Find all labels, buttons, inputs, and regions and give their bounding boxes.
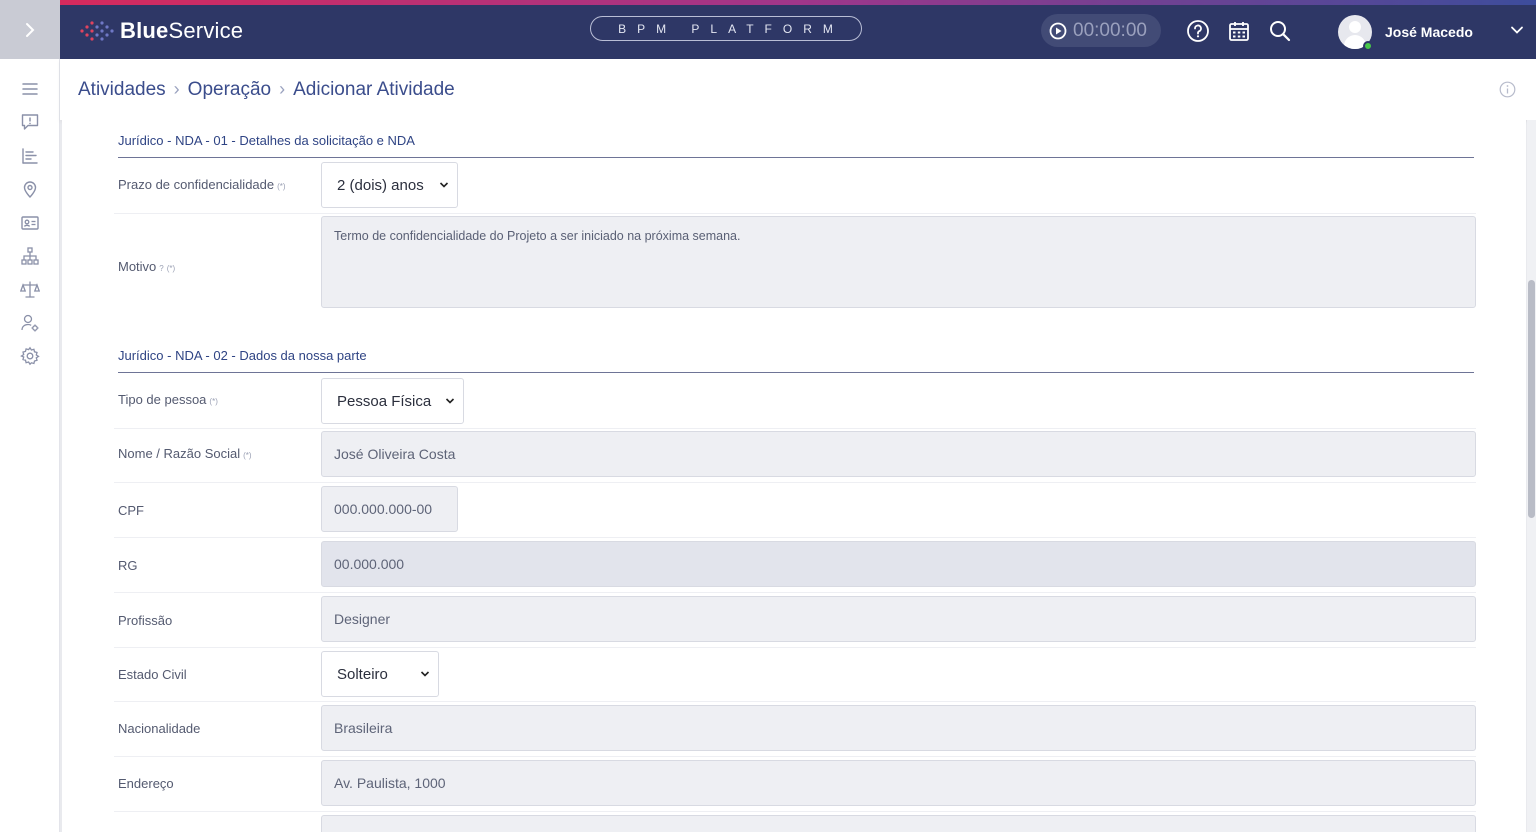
section-title-nda-01: Jurídico - NDA - 01 - Detalhes da solici… xyxy=(118,133,1474,158)
location-pin-icon[interactable] xyxy=(19,178,41,200)
field-label-rg: RG xyxy=(118,558,138,573)
help-circle-icon xyxy=(1187,20,1209,42)
prazo-confidencialidade-select[interactable]: 2 (dois) anos xyxy=(321,162,458,208)
form-row-tipo-pessoa: Tipo de pessoa (*) Pessoa Física xyxy=(114,375,1476,429)
form-row-endereco: Endereço Av. Paulista, 1000 xyxy=(114,757,1476,812)
form-row-nacionalidade: Nacionalidade Brasileira xyxy=(114,702,1476,757)
nome-razao-social-input[interactable]: José Oliveira Costa xyxy=(321,431,1476,477)
org-chart-icon[interactable] xyxy=(19,245,41,267)
search-icon xyxy=(1270,21,1291,42)
breadcrumb-separator: › xyxy=(279,79,286,99)
section-title-nda-02: Jurídico - NDA - 02 - Dados da nossa par… xyxy=(118,348,1474,373)
breadcrumb: Atividades › Operação › Adicionar Ativid… xyxy=(60,59,1536,120)
logo-dots-icon xyxy=(80,21,114,41)
form-row-estado-civil: Estado Civil Solteiro xyxy=(114,648,1476,702)
breadcrumb-operacao[interactable]: Operação xyxy=(188,79,271,101)
field-label-nome: Nome / Razão Social (*) xyxy=(118,446,252,461)
chevron-down-icon xyxy=(439,182,449,188)
form-row-cpf: CPF 000.000.000-00 xyxy=(114,483,1476,538)
profissao-input[interactable]: Designer xyxy=(321,596,1476,642)
online-status-dot xyxy=(1363,41,1373,51)
calendar-button[interactable] xyxy=(1226,18,1252,44)
estado-civil-select[interactable]: Solteiro xyxy=(321,651,439,697)
breadcrumb-separator: › xyxy=(173,79,180,99)
list-chart-icon[interactable] xyxy=(19,145,41,167)
search-button[interactable] xyxy=(1267,18,1293,44)
form-row-rg: RG 00.000.000 xyxy=(114,538,1476,593)
chevron-down-icon xyxy=(445,398,455,404)
help-button[interactable] xyxy=(1185,18,1211,44)
field-label-endereco: Endereço xyxy=(118,776,174,791)
scrollbar-thumb[interactable] xyxy=(1528,280,1535,518)
field-label-estado-civil: Estado Civil xyxy=(118,667,187,682)
form-row-motivo: Motivo? (*) Termo de confidencialidade do… xyxy=(114,214,1476,314)
form-row-next xyxy=(114,812,1476,832)
chevron-right-icon xyxy=(26,22,35,37)
brand-name: BlueService xyxy=(120,18,244,43)
platform-label: BPM PLATFORM xyxy=(590,16,862,41)
gear-icon[interactable] xyxy=(19,345,41,367)
form-row-prazo: Prazo de confidencialidade (*) 2 (dois) a… xyxy=(114,160,1476,214)
chevron-down-icon[interactable] xyxy=(1510,23,1524,37)
message-alert-icon[interactable] xyxy=(19,111,41,133)
form-panel: Jurídico - NDA - 01 - Detalhes da solici… xyxy=(62,120,1526,832)
activity-timer[interactable]: 00:00:00 xyxy=(1041,14,1161,47)
field-label-nacionalidade: Nacionalidade xyxy=(118,721,201,736)
nacionalidade-input[interactable]: Brasileira xyxy=(321,705,1476,751)
field-label-prazo: Prazo de confidencialidade (*) xyxy=(118,177,286,192)
form-row-profissao: Profissão Designer xyxy=(114,593,1476,648)
endereco-input[interactable]: Av. Paulista, 1000 xyxy=(321,760,1476,806)
user-menu[interactable]: José Macedo xyxy=(1338,15,1473,49)
breadcrumb-adicionar-atividade: Adicionar Atividade xyxy=(293,78,455,100)
sidebar xyxy=(0,59,60,832)
calendar-icon xyxy=(1229,22,1249,41)
brand-logo[interactable]: BlueService xyxy=(78,16,243,46)
form-row-nome: Nome / Razão Social (*) José Oliveira Cos… xyxy=(114,429,1476,483)
motivo-textarea[interactable]: Termo de confidencialidade do Projeto a … xyxy=(321,216,1476,308)
rg-input[interactable]: 00.000.000 xyxy=(321,541,1476,587)
field-label-profissao: Profissão xyxy=(118,613,173,628)
sidebar-toggle-button[interactable] xyxy=(0,0,60,59)
top-accent-stripe xyxy=(60,0,1536,5)
tipo-pessoa-select[interactable]: Pessoa Física xyxy=(321,378,464,424)
user-name: José Macedo xyxy=(1385,24,1473,40)
scrollbar[interactable] xyxy=(1527,120,1536,832)
scale-icon[interactable] xyxy=(19,279,41,301)
info-icon[interactable] xyxy=(1499,81,1516,98)
breadcrumb-atividades[interactable]: Atividades xyxy=(78,79,166,101)
play-circle-icon xyxy=(1049,22,1067,39)
cpf-input[interactable]: 000.000.000-00 xyxy=(321,486,458,532)
id-card-icon[interactable] xyxy=(19,212,41,234)
field-label-motivo: Motivo? (*) xyxy=(118,259,176,274)
next-input-partial[interactable] xyxy=(321,815,1476,832)
field-label-tipo-pessoa: Tipo de pessoa (*) xyxy=(118,392,218,407)
menu-icon[interactable] xyxy=(19,78,41,100)
user-settings-icon[interactable] xyxy=(19,312,41,334)
timer-value: 00:00:00 xyxy=(1073,19,1147,41)
chevron-down-icon xyxy=(420,671,430,677)
field-label-cpf: CPF xyxy=(118,503,144,518)
